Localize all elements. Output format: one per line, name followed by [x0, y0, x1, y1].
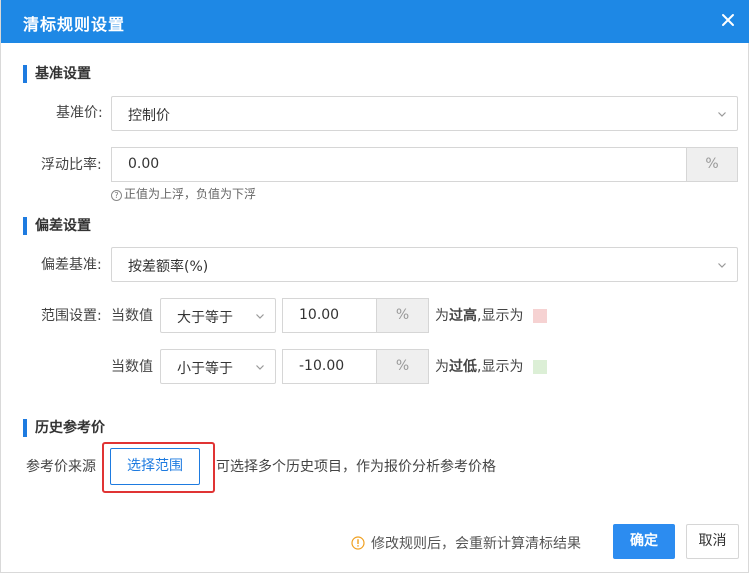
- high-color-swatch[interactable]: [533, 309, 547, 323]
- deviation-basis-value: 按差额率(%): [128, 259, 209, 275]
- low-suffix-post: ,显示为: [477, 359, 524, 375]
- chevron-down-icon: [718, 112, 726, 117]
- baseline-price-value: 控制价: [128, 108, 170, 124]
- float-ratio-hint: ? 正值为上浮，负值为下浮: [111, 185, 256, 202]
- low-prefix: 当数值: [111, 359, 153, 375]
- dialog-titlebar: 清标规则设置: [1, 0, 749, 43]
- section-deviation-title: 偏差设置: [23, 217, 91, 235]
- confirm-button[interactable]: 确定: [613, 524, 675, 559]
- footer-hint: 修改规则后，会重新计算清标结果: [351, 533, 581, 553]
- range-settings-label: 范围设置:: [41, 308, 102, 324]
- select-range-button[interactable]: 选择范围: [110, 448, 200, 485]
- low-suffix-pre: 为: [435, 359, 449, 375]
- baseline-price-label: 基准价:: [56, 105, 103, 121]
- deviation-basis-label: 偏差基准:: [41, 257, 102, 273]
- low-value-input[interactable]: -10.00: [282, 349, 377, 384]
- cancel-button[interactable]: 取消: [686, 524, 739, 559]
- high-prefix: 当数值: [111, 308, 153, 324]
- section-history-title: 历史参考价: [23, 419, 105, 437]
- chevron-down-icon: [718, 263, 726, 268]
- baseline-price-select[interactable]: 控制价: [111, 96, 738, 131]
- low-suffix-bold: 过低: [449, 359, 477, 375]
- section-baseline-title: 基准设置: [23, 65, 91, 83]
- high-suffix-pre: 为: [435, 308, 449, 324]
- dialog-title: 清标规则设置: [23, 15, 126, 34]
- low-operator-value: 小于等于: [177, 361, 233, 377]
- float-ratio-hint-text: 正值为上浮，负值为下浮: [124, 187, 257, 201]
- low-suffix: 为过低,显示为: [435, 357, 523, 377]
- low-color-swatch[interactable]: [533, 360, 547, 374]
- float-ratio-unit: %: [687, 147, 738, 182]
- float-ratio-label: 浮动比率:: [41, 157, 102, 173]
- high-value: 10.00: [299, 307, 340, 323]
- high-value-input[interactable]: 10.00: [282, 298, 377, 333]
- reference-source-label: 参考价来源: [26, 459, 96, 475]
- high-operator-select[interactable]: 大于等于: [160, 298, 276, 333]
- high-operator-value: 大于等于: [177, 310, 233, 326]
- close-icon[interactable]: [720, 12, 736, 28]
- low-value-unit: %: [377, 349, 429, 384]
- deviation-basis-select[interactable]: 按差额率(%): [111, 247, 738, 282]
- info-icon: [351, 536, 365, 550]
- question-icon: ?: [111, 190, 122, 201]
- high-value-unit: %: [377, 298, 429, 333]
- history-description: 可选择多个历史项目，作为报价分析参考价格: [216, 459, 496, 475]
- chevron-down-icon: [256, 365, 264, 370]
- footer-hint-text: 修改规则后，会重新计算清标结果: [371, 536, 581, 552]
- float-ratio-value: 0.00: [128, 156, 160, 172]
- rule-settings-dialog: 清标规则设置 基准设置 基准价: 控制价 浮动比率: 0.00 % ? 正值为上浮…: [0, 0, 749, 573]
- low-operator-select[interactable]: 小于等于: [160, 349, 276, 384]
- chevron-down-icon: [256, 314, 264, 319]
- high-suffix-post: ,显示为: [477, 308, 524, 324]
- high-suffix-bold: 过高: [449, 308, 477, 324]
- float-ratio-input[interactable]: 0.00: [111, 147, 687, 182]
- high-suffix: 为过高,显示为: [435, 306, 523, 326]
- low-value: -10.00: [299, 358, 345, 374]
